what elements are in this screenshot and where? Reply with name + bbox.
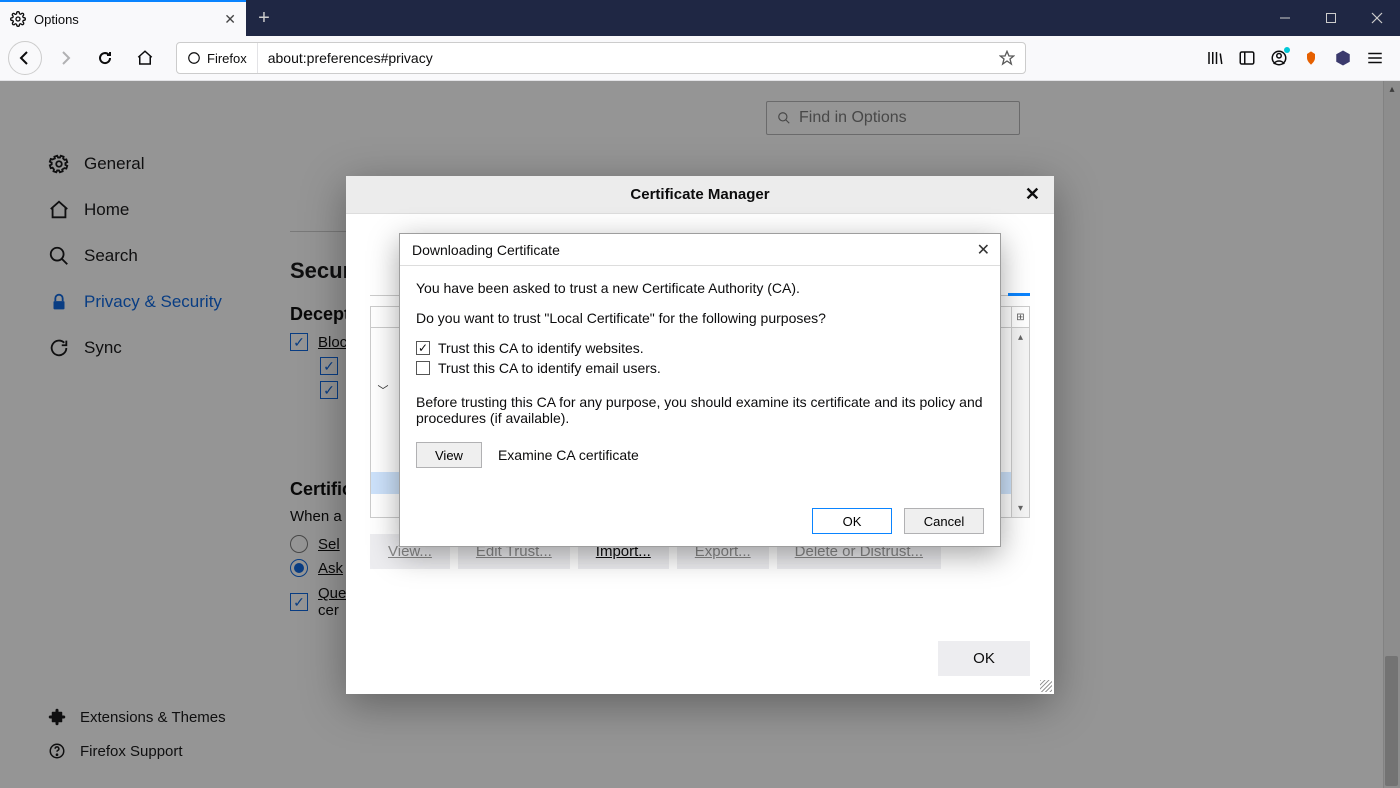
nav-toolbar: Firefox about:preferences#privacy xyxy=(0,36,1400,81)
checkbox-trust-websites[interactable] xyxy=(416,341,430,355)
dlcert-line1: You have been asked to trust a new Certi… xyxy=(416,280,984,296)
gear-icon xyxy=(10,11,26,27)
dlcert-title: Downloading Certificate ✕ xyxy=(400,234,1000,266)
column-picker-icon[interactable]: ⊞ xyxy=(1011,307,1029,327)
tree-expand-icon[interactable]: ﹀ xyxy=(373,380,393,400)
window-controls xyxy=(1262,0,1400,36)
preferences-content: ▴ Find in Options General Home Search Pr… xyxy=(0,81,1400,788)
titlebar: Options ✕ + xyxy=(0,0,1400,36)
sidebar-icon[interactable] xyxy=(1238,49,1256,67)
list-scrollbar[interactable]: ▴ ▾ xyxy=(1011,328,1029,517)
dialog-title: Certificate Manager ✕ xyxy=(346,176,1054,214)
dlcert-cancel-button[interactable]: Cancel xyxy=(904,508,984,534)
library-icon[interactable] xyxy=(1206,49,1224,67)
close-window-button[interactable] xyxy=(1354,0,1400,36)
scroll-down-icon[interactable]: ▾ xyxy=(1012,499,1029,517)
bookmark-star-icon[interactable] xyxy=(989,50,1025,66)
identity-label: Firefox xyxy=(207,51,247,66)
reload-button[interactable] xyxy=(88,41,122,75)
app-menu-icon[interactable] xyxy=(1366,49,1384,67)
certmgr-ok-button[interactable]: OK xyxy=(938,641,1030,676)
label-trust-websites: Trust this CA to identify websites. xyxy=(438,340,644,356)
dlcert-ok-button[interactable]: OK xyxy=(812,508,892,534)
identity-box[interactable]: Firefox xyxy=(177,43,258,73)
checkbox-trust-email[interactable] xyxy=(416,361,430,375)
home-button[interactable] xyxy=(128,41,162,75)
dlcert-warn: Before trusting this CA for any purpose,… xyxy=(416,394,984,426)
notification-dot-icon xyxy=(1284,47,1290,53)
tab-title: Options xyxy=(34,12,216,27)
dlcert-line2: Do you want to trust "Local Certificate"… xyxy=(416,310,984,326)
scroll-up-icon[interactable]: ▴ xyxy=(1012,328,1029,346)
view-certificate-button[interactable]: View xyxy=(416,442,482,468)
downloading-certificate-dialog: Downloading Certificate ✕ You have been … xyxy=(399,233,1001,547)
firefox-logo-icon xyxy=(187,51,201,65)
label-trust-email: Trust this CA to identify email users. xyxy=(438,360,661,376)
dlcert-close-icon[interactable]: ✕ xyxy=(977,240,990,260)
back-button[interactable] xyxy=(8,41,42,75)
url-bar[interactable]: Firefox about:preferences#privacy xyxy=(176,42,1026,74)
extension-cube-icon[interactable] xyxy=(1334,49,1352,67)
forward-button[interactable] xyxy=(48,41,82,75)
resize-handle-icon[interactable] xyxy=(1040,680,1052,692)
dialog-close-icon[interactable]: ✕ xyxy=(1025,184,1040,205)
url-text: about:preferences#privacy xyxy=(258,50,989,66)
tab-close-icon[interactable]: ✕ xyxy=(224,11,236,28)
examine-label: Examine CA certificate xyxy=(498,447,639,463)
extension-pocket-icon[interactable] xyxy=(1302,49,1320,67)
account-icon[interactable] xyxy=(1270,49,1288,67)
minimize-button[interactable] xyxy=(1262,0,1308,36)
browser-tab[interactable]: Options ✕ xyxy=(0,0,246,36)
new-tab-button[interactable]: + xyxy=(246,0,282,36)
maximize-button[interactable] xyxy=(1308,0,1354,36)
